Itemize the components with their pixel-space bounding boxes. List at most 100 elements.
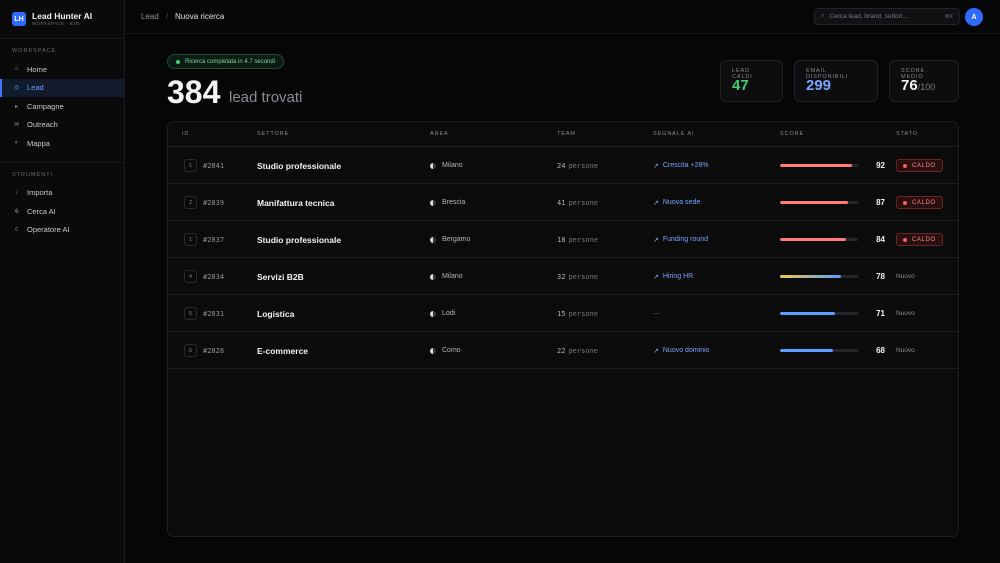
cell-signal: ↗ Crescita +28% (653, 147, 709, 184)
cell-score: 68 (780, 332, 885, 369)
status-badge: CALDO (896, 196, 943, 209)
mail-icon: ✉ (13, 122, 20, 129)
ai-signal[interactable]: Nuovo dominio (663, 347, 710, 354)
brand[interactable]: LH Lead Hunter AI WORKSPACE · B2B (0, 0, 124, 39)
score-value: 92 (876, 161, 885, 170)
breadcrumb-root[interactable]: Lead (141, 12, 159, 21)
score-bar (780, 201, 858, 204)
team-size: 32 (557, 272, 566, 281)
sidebar-item-campagne[interactable]: ▸ Campagne (0, 97, 124, 116)
workspace-nav: ⌂ Home ◎ Lead ▸ Campagne ✉ Outreach ◐ Mappa (0, 60, 124, 153)
lead-id: #2841 (203, 161, 225, 170)
cell-team: 41 persone (557, 184, 598, 221)
search-shortcut: ⌘K (944, 13, 953, 20)
rank-badge: 1 (184, 233, 197, 246)
table-row[interactable]: 1 #2841 Studio professionale Milano 24 person… (168, 147, 958, 184)
sparkle-icon: ✲ (13, 208, 20, 215)
rank-badge: 1 (184, 159, 197, 172)
stat-card-hot-leads: LEAD CALDI 47 (720, 60, 783, 102)
score-value: 68 (876, 346, 885, 355)
cell-signal: ↗ Nuovo dominio (653, 332, 710, 369)
topbar: Lead / Nuova ricerca ⌕ Cerca lead, brand… (125, 0, 1000, 34)
column-header-signal[interactable]: SEGNALE AI (653, 131, 694, 137)
column-header-sector[interactable]: SETTORE (257, 131, 289, 137)
search-input[interactable]: ⌕ Cerca lead, brand, settori... ⌘K (814, 8, 960, 25)
location-icon (430, 199, 436, 206)
sidebar-divider (0, 161, 124, 163)
status-text: CALDO (912, 162, 936, 169)
lead-sector[interactable]: Studio professionale (257, 235, 341, 245)
hot-dot-icon (903, 200, 907, 205)
cell-area: Milano (430, 258, 463, 295)
score-value: 78 (876, 272, 885, 281)
stat-value-number: 76 (901, 77, 918, 94)
column-header-status[interactable]: STATO (896, 131, 918, 137)
cell-team: 15 persone (557, 295, 598, 332)
cell-status: Nuovo (896, 295, 915, 332)
cell-area: Milano (430, 147, 463, 184)
lead-sector[interactable]: E-commerce (257, 346, 308, 356)
column-header-team[interactable]: TEAM (557, 131, 576, 137)
workspace-section-label: WORKSPACE (12, 48, 57, 54)
ai-signal[interactable]: Funding round (663, 236, 708, 243)
cell-team: 24 persone (557, 147, 598, 184)
cell-signal: — (653, 295, 660, 332)
status-text: Ricerca completata in 4.7 secondi (185, 58, 276, 65)
cell-status: CALDO (896, 184, 943, 221)
ai-signal[interactable]: Hiring HR (663, 273, 693, 280)
lead-sector[interactable]: Studio professionale (257, 161, 341, 171)
cell-sector: Studio professionale (257, 221, 341, 258)
ai-signal[interactable]: Crescita +28% (663, 162, 709, 169)
cell-score: 84 (780, 221, 885, 258)
team-unit: persone (568, 198, 598, 207)
cell-score: 71 (780, 295, 885, 332)
lead-sector[interactable]: Logistica (257, 309, 294, 319)
sidebar-item-operatore-ai[interactable]: ◊ Operatore AI (0, 221, 124, 240)
table-row[interactable]: 5 #2831 Logistica Lodi 15 persone — 71 Nuovo (168, 295, 958, 332)
trend-arrow-icon: ↗ (653, 347, 659, 355)
lead-id: #2828 (203, 346, 225, 355)
score-bar (780, 164, 858, 167)
table-row[interactable]: 6 #2828 E-commerce Como 22 persone ↗ Nuovo domi… (168, 332, 958, 369)
sidebar-item-importa[interactable]: ↓ Importa (0, 184, 124, 203)
tools-section-label: STRUMENTI (12, 171, 54, 178)
table-row[interactable]: 1 #2837 Studio professionale Bergamo 18 perso… (168, 221, 958, 258)
cell-area: Lodi (430, 295, 455, 332)
location-icon (430, 236, 436, 243)
column-header-score[interactable]: SCORE (780, 131, 804, 137)
team-unit: persone (568, 235, 598, 244)
avatar[interactable]: A (965, 8, 983, 26)
sidebar-item-lead[interactable]: ◎ Lead (0, 78, 124, 97)
score-bar-fill (780, 201, 848, 204)
lead-sector[interactable]: Manifattura tecnica (257, 198, 334, 208)
sidebar-item-outreach[interactable]: ✉ Outreach (0, 116, 124, 135)
sidebar-item-cerca-ai[interactable]: ✲ Cerca AI (0, 202, 124, 221)
cell-area: Brescia (430, 184, 465, 221)
status-text: Nuovo (896, 310, 915, 317)
trend-arrow-icon: ↗ (653, 162, 659, 170)
cell-status: CALDO (896, 221, 943, 258)
rank-badge: 5 (184, 307, 197, 320)
cell-signal: ↗ Funding round (653, 221, 708, 258)
sidebar-item-mappa[interactable]: ◐ Mappa (0, 134, 124, 153)
cell-rank: 1 (184, 221, 197, 258)
sidebar-item-label: Importa (27, 188, 53, 198)
location-icon (430, 310, 436, 317)
column-header-area[interactable]: AREA (430, 131, 449, 137)
table-row[interactable]: 4 #2834 Servizi B2B Milano 32 persone ↗ Hiring … (168, 258, 958, 295)
cell-status: CALDO (896, 147, 943, 184)
lead-id: #2834 (203, 272, 225, 281)
column-header-id[interactable]: ID (182, 131, 189, 137)
score-bar-fill (780, 312, 836, 315)
lead-sector[interactable]: Servizi B2B (257, 272, 304, 282)
table-row[interactable]: 2 #2839 Manifattura tecnica Brescia 41 person… (168, 184, 958, 221)
rank-badge: 4 (184, 270, 197, 283)
cell-id: #2839 (203, 184, 224, 221)
team-unit: persone (568, 272, 598, 281)
home-icon: ⌂ (14, 66, 19, 73)
sidebar-item-label: Campagne (27, 101, 64, 111)
cell-id: #2837 (203, 221, 224, 258)
sidebar-item-home[interactable]: ⌂ Home (0, 60, 124, 79)
score-bar (780, 312, 858, 315)
ai-signal[interactable]: Nuova sede (663, 199, 700, 206)
